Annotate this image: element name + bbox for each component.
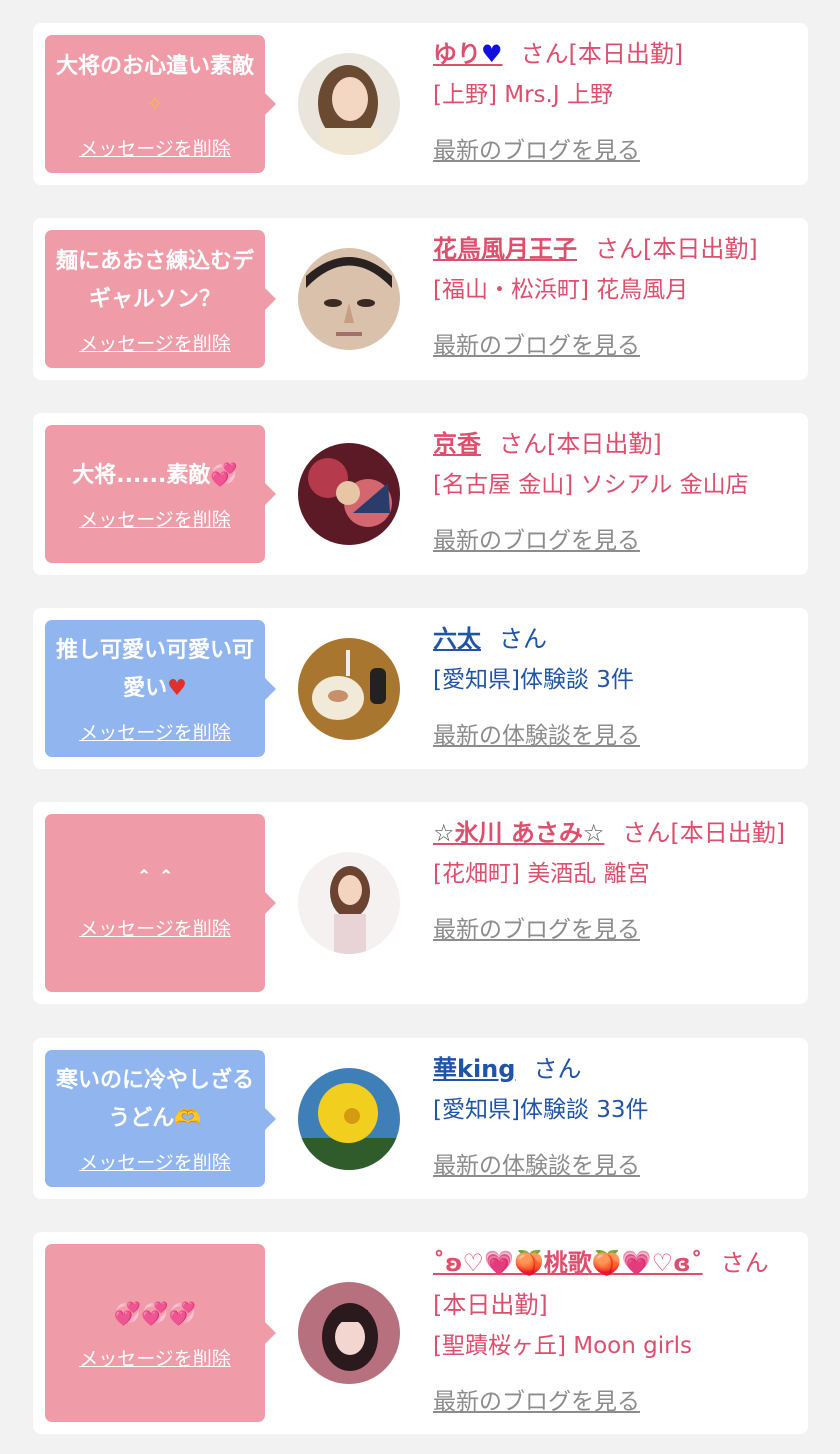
sender-info: ˚ʚ♡💗🍑桃歌🍑💗♡ɞ˚ さん[本日出勤] [聖蹟桜ヶ丘] Moon girls … [433, 1242, 790, 1416]
shop-label: [福山・松浜町] 花鳥風月 [433, 277, 689, 303]
blue-heart-icon: ♥ [481, 40, 503, 68]
delete-message-link[interactable]: メッセージを削除 [79, 505, 231, 532]
avatar[interactable] [298, 443, 400, 545]
message-card: 寒いのに冷やしざるうどん🫶 メッセージを削除 華king さん [愛知県]体験談 … [33, 1038, 808, 1199]
avatar[interactable] [298, 248, 400, 350]
message-bubble: ＾＾ メッセージを削除 [45, 814, 276, 992]
shop-label: [上野] Mrs.J 上野 [433, 82, 613, 108]
message-bubble: 麺にあおさ練込むデギャルソン？ メッセージを削除 [45, 230, 276, 368]
message-text: 大将のお心遣い素敵✧ [55, 53, 254, 117]
photo-girl-icon [298, 1282, 400, 1384]
sender-suffix: さん[本日出勤] [595, 235, 758, 263]
message-bubble: 大将のお心遣い素敵✧ メッセージを削除 [45, 35, 276, 173]
sender-suffix: さん[本日出勤] [520, 40, 684, 68]
latest-blog-link[interactable]: 最新のブログを見る [433, 521, 640, 555]
star-icon: ☆ [582, 819, 605, 847]
sender-info: 花鳥風月王子 さん[本日出勤] [福山・松浜町] 花鳥風月 最新のブログを見る [433, 228, 790, 360]
avatar[interactable] [298, 1282, 400, 1384]
avatar[interactable] [298, 53, 400, 155]
message-text: 推し可愛い可愛い可愛い♥ [55, 638, 254, 701]
shop-label: [花畑町] 美酒乱 離宮 [433, 861, 650, 887]
latest-blog-link[interactable]: 最新のブログを見る [433, 131, 640, 165]
message-card: ＾＾ メッセージを削除 ☆氷川 あさみ☆ さん[本日出勤] [花畑町] 美酒乱 離… [33, 802, 808, 1004]
shop-label: [名古屋 金山] ソシアル 金山店 [433, 472, 749, 498]
avatar[interactable] [298, 638, 400, 740]
photo-woman-icon [298, 53, 400, 155]
sender-info: 華king さん [愛知県]体験談 33件 最新の体験談を見る [433, 1048, 790, 1180]
photo-hibiscus-icon [298, 1068, 400, 1170]
avatar[interactable] [298, 852, 400, 954]
latest-blog-link[interactable]: 最新のブログを見る [433, 326, 640, 360]
latest-blog-link[interactable]: 最新のブログを見る [433, 1382, 640, 1416]
message-text: 麺にあおさ練込むデギャルソン？ [55, 248, 254, 312]
message-bubble: 寒いのに冷やしざるうどん🫶 メッセージを削除 [45, 1050, 276, 1187]
sender-name-link[interactable]: 京香 [433, 430, 481, 458]
sender-suffix: さん [533, 1055, 582, 1083]
photo-kimono-icon [298, 443, 400, 545]
shop-label: [愛知県]体験談 3件 [433, 667, 634, 693]
heart-icon: ♥ [167, 676, 187, 701]
sender-name-link[interactable]: ゆり♥ [433, 40, 503, 68]
message-text: ＾＾ [132, 871, 177, 897]
message-bubble: 大将......素敵💞 メッセージを削除 [45, 425, 276, 563]
hands-icon: 🫶 [174, 1106, 202, 1131]
message-bubble: 💞💞💞 メッセージを削除 [45, 1244, 276, 1422]
message-card: 麺にあおさ練込むデギャルソン？ メッセージを削除 花鳥風月王子 さん[本日出勤] … [33, 218, 808, 380]
avatar[interactable] [298, 1068, 400, 1170]
photo-woman-icon [298, 852, 400, 954]
hearts-icon: 💞 [210, 462, 238, 488]
message-text: 寒いのに冷やしざるうどん🫶 [55, 1068, 254, 1131]
sender-name-link[interactable]: 華king [433, 1055, 515, 1083]
latest-review-link[interactable]: 最新の体験談を見る [433, 1146, 640, 1180]
sender-name-link[interactable]: 花鳥風月王子 [433, 235, 577, 263]
sender-info: 京香 さん[本日出勤] [名古屋 金山] ソシアル 金山店 最新のブログを見る [433, 423, 790, 555]
message-bubble: 推し可愛い可愛い可愛い♥ メッセージを削除 [45, 620, 276, 757]
delete-message-link[interactable]: メッセージを削除 [79, 329, 231, 356]
latest-review-link[interactable]: 最新の体験談を見る [433, 716, 640, 750]
message-card: 大将のお心遣い素敵✧ メッセージを削除 ゆり♥ さん[本日出勤] [上野] Mrs… [33, 23, 808, 185]
sender-info: ゆり♥ さん[本日出勤] [上野] Mrs.J 上野 最新のブログを見る [433, 33, 790, 165]
message-card: 推し可愛い可愛い可愛い♥ メッセージを削除 六太 さん [愛知県]体験談 3件 最… [33, 608, 808, 769]
delete-message-link[interactable]: メッセージを削除 [79, 914, 231, 941]
sparkle-icon: ✧ [145, 91, 165, 117]
latest-blog-link[interactable]: 最新のブログを見る [433, 910, 640, 944]
message-text: 💞💞💞 [113, 1301, 197, 1327]
sender-name-link[interactable]: ˚ʚ♡💗🍑桃歌🍑💗♡ɞ˚ [433, 1249, 703, 1277]
delete-message-link[interactable]: メッセージを削除 [79, 718, 231, 745]
star-icon: ☆ [433, 819, 455, 847]
photo-man-face-icon [298, 248, 400, 350]
message-card: 大将......素敵💞 メッセージを削除 京香 さん[本日出勤] [名古屋 金山]… [33, 413, 808, 575]
delete-message-link[interactable]: メッセージを削除 [79, 134, 231, 161]
sender-suffix: さん[本日出勤] [622, 819, 786, 847]
message-card: 💞💞💞 メッセージを削除 ˚ʚ♡💗🍑桃歌🍑💗♡ɞ˚ さん[本日出勤] [聖蹟桜ヶ丘… [33, 1232, 808, 1434]
shop-label: [愛知県]体験談 33件 [433, 1097, 649, 1123]
sender-info: 六太 さん [愛知県]体験談 3件 最新の体験談を見る [433, 618, 790, 750]
sender-suffix: さん[本日出勤] [499, 430, 662, 458]
photo-plate-icon [298, 638, 400, 740]
sender-info: ☆氷川 あさみ☆ さん[本日出勤] [花畑町] 美酒乱 離宮 最新のブログを見る [433, 812, 790, 944]
delete-message-link[interactable]: メッセージを削除 [79, 1344, 231, 1371]
sender-name-link[interactable]: ☆氷川 あさみ☆ [433, 819, 604, 847]
shop-label: [聖蹟桜ヶ丘] Moon girls [433, 1333, 692, 1359]
sender-name-link[interactable]: 六太 [433, 625, 481, 653]
message-list: 大将のお心遣い素敵✧ メッセージを削除 ゆり♥ さん[本日出勤] [上野] Mrs… [0, 0, 840, 1454]
delete-message-link[interactable]: メッセージを削除 [79, 1148, 231, 1175]
message-text: 大将......素敵💞 [72, 462, 238, 488]
sender-suffix: さん [499, 625, 547, 653]
